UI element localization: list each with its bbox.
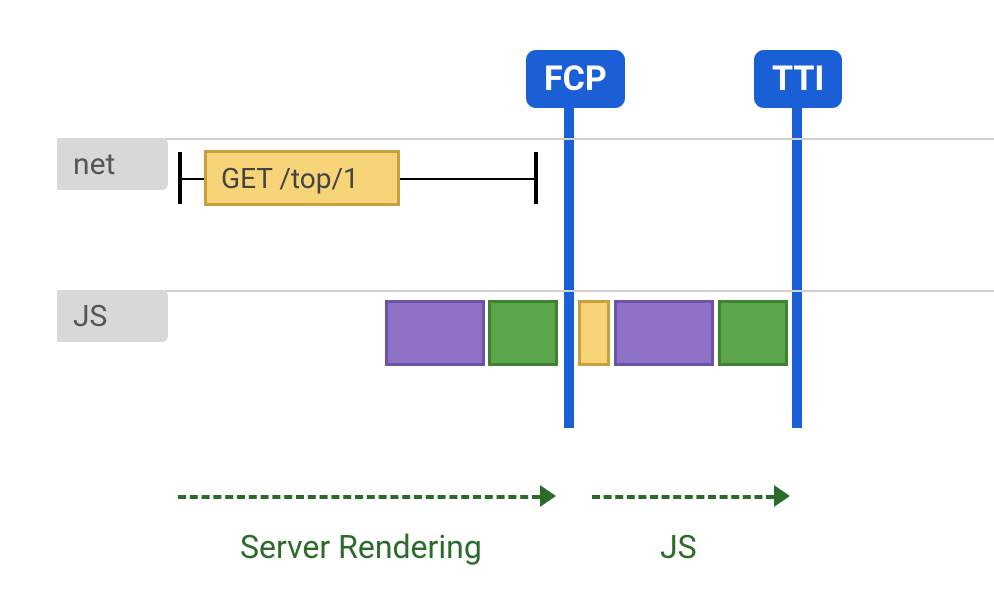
net-lane-label-text: net [73,147,115,182]
js-lane-line [165,290,994,292]
tti-marker-pill: TTI [754,50,842,108]
phase-js-arrow [592,495,774,499]
fcp-marker-label: FCP [544,59,607,99]
js-lane-label: JS [57,290,168,342]
phase-js-label-text: JS [660,528,697,566]
fcp-marker-pill: FCP [526,50,625,108]
net-lane-label: net [57,138,168,190]
js-lane-label-text: JS [73,299,107,334]
net-request-label: GET /top/1 [221,162,359,195]
js-block-green-2 [718,300,788,366]
net-lane-line [165,138,994,140]
phase-js-arrow-head [774,485,790,507]
net-whisker-left [182,178,204,180]
phase-server-label: Server Rendering [240,528,482,566]
net-whisker-right [400,178,534,180]
phase-js-label: JS [660,528,697,566]
net-whisker-end-tick [534,152,538,204]
tti-marker-label: TTI [772,59,824,99]
js-block-purple-2 [614,300,714,366]
net-request-box: GET /top/1 [204,150,400,206]
js-block-yellow [578,300,610,366]
fcp-marker-line [564,108,574,428]
phase-server-arrow-head [540,485,556,507]
js-block-green-1 [488,300,558,366]
tti-marker-line [792,108,802,428]
phase-server-label-text: Server Rendering [240,528,482,566]
phase-server-arrow [178,495,540,499]
js-block-purple-1 [385,300,485,366]
